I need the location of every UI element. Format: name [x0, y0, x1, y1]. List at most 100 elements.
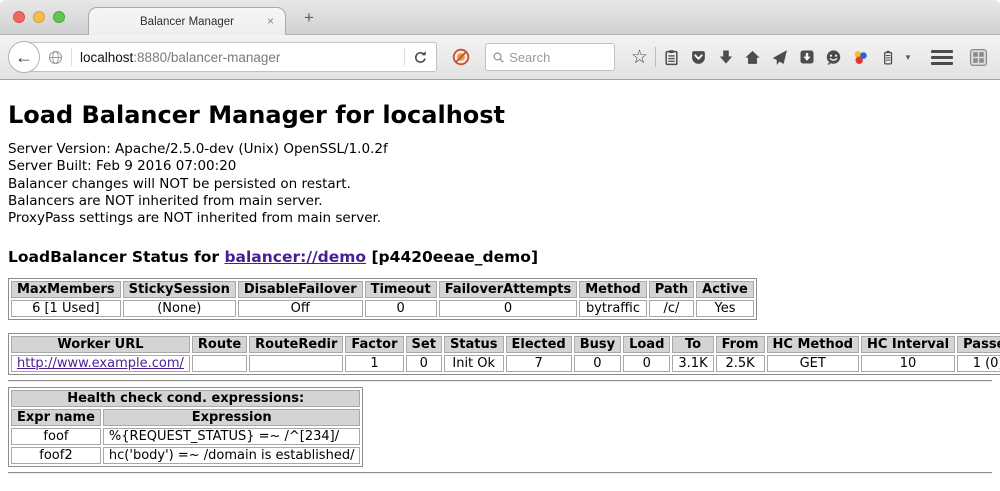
column-header: HC Method: [767, 336, 859, 353]
worker-url-cell: http://www.example.com/: [11, 355, 190, 372]
to-value: 3.1K: [672, 355, 713, 372]
server-built-line: Server Built: Feb 9 2016 07:00:20: [8, 158, 992, 175]
server-info: Server Version: Apache/2.5.0-dev (Unix) …: [8, 141, 992, 227]
minimize-window-button[interactable]: [33, 11, 45, 23]
reload-icon: [413, 50, 428, 65]
timeout-value: 0: [365, 300, 437, 317]
health-check-table: Health check cond. expressions: Expr nam…: [8, 387, 363, 467]
battery-widget-button[interactable]: [874, 49, 901, 66]
column-header: Status: [444, 336, 504, 353]
column-header: Path: [649, 281, 694, 298]
menu-button[interactable]: [931, 50, 953, 65]
elected-value: 7: [506, 355, 572, 372]
paper-plane-icon: [771, 49, 788, 66]
search-input[interactable]: [509, 50, 607, 65]
column-header: Expression: [103, 409, 361, 426]
reload-button[interactable]: [396, 48, 428, 66]
save-to-device-button[interactable]: [793, 49, 820, 65]
zoom-window-button[interactable]: [53, 11, 65, 23]
send-tab-button[interactable]: [766, 49, 793, 66]
new-tab-button[interactable]: +: [297, 8, 321, 28]
column-header: Load: [623, 336, 670, 353]
worker-url-link[interactable]: http://www.example.com/: [17, 356, 184, 371]
column-header: Worker URL: [11, 336, 190, 353]
star-icon: ☆: [631, 48, 648, 67]
bookmarks-menu-button[interactable]: [658, 49, 685, 66]
page-content: Load Balancer Manager for localhost Serv…: [0, 101, 1000, 474]
forum-button[interactable]: [820, 49, 847, 66]
worker-row: http://www.example.com/ 1 0 Init Ok 7 0 …: [11, 355, 1000, 372]
balancer-settings-table: MaxMembers StickySession DisableFailover…: [8, 278, 757, 320]
close-tab-icon[interactable]: ×: [267, 14, 274, 28]
grid-icon: [969, 48, 988, 67]
tab-balancer-manager[interactable]: Balancer Manager ×: [88, 7, 286, 35]
column-header: Set: [406, 336, 442, 353]
table-row: 6 [1 Used] (None) Off 0 0 bytraffic /c/ …: [11, 300, 754, 317]
column-header: StickySession: [123, 281, 236, 298]
tab-title: Balancer Manager: [140, 16, 234, 28]
passes-value: 1 (0): [957, 355, 1000, 372]
column-header: From: [716, 336, 765, 353]
page-title: Load Balancer Manager for localhost: [8, 101, 992, 129]
balancer-demo-link[interactable]: balancer://demo: [224, 248, 366, 266]
pocket-button[interactable]: [685, 49, 712, 66]
home-button[interactable]: [739, 49, 766, 66]
factor-value: 1: [345, 355, 403, 372]
column-header: Method: [579, 281, 646, 298]
toolbar-icons: ☆: [626, 47, 988, 67]
navigation-toolbar: ← localhost:8880/balancer-manager ☆: [0, 35, 1000, 80]
status-value: Init Ok: [444, 355, 504, 372]
column-header: DisableFailover: [238, 281, 363, 298]
bookmark-star-button[interactable]: ☆: [626, 48, 653, 67]
toolbar-divider: [655, 47, 656, 67]
proxypass-note-line: ProxyPass settings are NOT inherited fro…: [8, 210, 992, 227]
overflow-caret-icon[interactable]: ▾: [901, 52, 915, 63]
column-header: Expr name: [11, 409, 101, 426]
disablefailover-value: Off: [238, 300, 363, 317]
table-row: foof %{REQUEST_STATUS} =~ /^[234]/: [11, 428, 360, 445]
tab-bar: Balancer Manager × +: [0, 0, 1000, 35]
close-window-button[interactable]: [13, 11, 25, 23]
path-value: /c/: [649, 300, 694, 317]
load-value: 0: [623, 355, 670, 372]
site-identity-globe-icon[interactable]: [48, 50, 63, 65]
hc-method-value: GET: [767, 355, 859, 372]
table-title-row: Health check cond. expressions:: [11, 390, 360, 407]
expr-name: foof2: [11, 447, 101, 464]
worker-table: Worker URL Route RouteRedir Factor Set S…: [8, 333, 1000, 375]
tab-groups-button[interactable]: [969, 48, 988, 67]
column-header: Timeout: [365, 281, 437, 298]
column-header: RouteRedir: [249, 336, 343, 353]
home-icon: [744, 49, 761, 66]
expr-value: %{REQUEST_STATUS} =~ /^[234]/: [103, 428, 361, 445]
search-icon: [493, 51, 504, 64]
balancer-status-heading: LoadBalancer Status for balancer://demo …: [8, 248, 992, 266]
column-header: MaxMembers: [11, 281, 121, 298]
color-dots-icon: [852, 49, 869, 66]
column-header: To: [672, 336, 713, 353]
pocket-icon: [690, 49, 707, 66]
column-header: FailoverAttempts: [439, 281, 578, 298]
expr-name: foof: [11, 428, 101, 445]
column-header: HC Interval: [861, 336, 955, 353]
set-value: 0: [406, 355, 442, 372]
window-controls: [13, 11, 65, 23]
content-blocker-icon[interactable]: [452, 48, 470, 66]
section-divider: [8, 380, 992, 382]
downloads-button[interactable]: [712, 49, 739, 65]
column-header: Active: [696, 281, 754, 298]
column-header: Route: [192, 336, 247, 353]
persist-note-line: Balancer changes will NOT be persisted o…: [8, 176, 992, 193]
expr-value: hc('body') =~ /domain is established/: [103, 447, 361, 464]
method-value: bytraffic: [579, 300, 646, 317]
failoverattempts-value: 0: [439, 300, 578, 317]
search-box[interactable]: [485, 43, 615, 71]
urlbar-divider: [71, 48, 72, 66]
heading-prefix: LoadBalancer Status for: [8, 248, 224, 266]
url-bar[interactable]: localhost:8880/balancer-manager: [23, 42, 437, 72]
heading-suffix: [p4420eeae_demo]: [366, 248, 538, 266]
color-dots-button[interactable]: [847, 49, 874, 66]
table-header-row: MaxMembers StickySession DisableFailover…: [11, 281, 754, 298]
back-button[interactable]: ←: [8, 41, 40, 73]
url-text[interactable]: localhost:8880/balancer-manager: [80, 50, 280, 65]
